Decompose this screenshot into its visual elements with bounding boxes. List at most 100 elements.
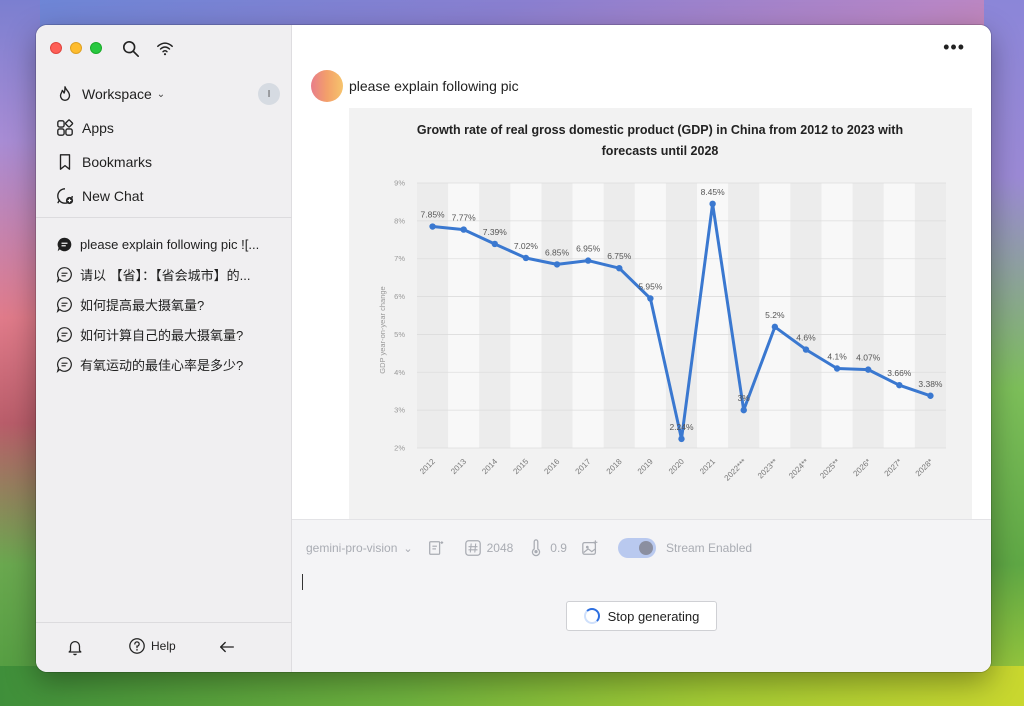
image-icon	[582, 540, 598, 555]
stream-toggle-group: Stream Enabled	[617, 538, 752, 558]
chart-x-tick-label: 2028*	[914, 457, 935, 478]
chart-data-point	[491, 240, 498, 248]
chart-y-tick-label: 4%	[394, 368, 405, 377]
bell-icon[interactable]	[66, 638, 84, 656]
stream-toggle[interactable]	[617, 538, 656, 558]
chart-data-point	[429, 223, 436, 230]
max-tokens-value: 2048	[486, 541, 514, 555]
chart-column-band	[665, 183, 698, 448]
user-message-text: please explain following pic	[349, 78, 519, 94]
stop-button-label: Stop generating	[607, 608, 700, 624]
sidebar-item-label: Bookmarks	[82, 154, 153, 170]
chart-y-tick-label: 2%	[394, 444, 405, 453]
attached-chart-image: Growth rate of real gross domestic produ…	[349, 108, 972, 520]
chat-bubble-filled-icon	[57, 237, 72, 251]
chart-data-label: 6.75%	[607, 251, 632, 261]
message-input[interactable]	[302, 574, 303, 590]
chart-data-label: 8.45%	[701, 187, 726, 197]
chevron-down-icon: ⌄	[156, 88, 166, 100]
chart-data-label: 2.24%	[669, 422, 694, 432]
sidebar-item-label: New Chat	[82, 188, 144, 204]
chart-data-point	[927, 392, 934, 399]
chart-data-point	[678, 435, 685, 443]
chevron-down-icon: ⌄	[403, 542, 413, 555]
chart-data-label: 3%	[738, 393, 751, 403]
chart-column-band	[852, 183, 884, 448]
chart-data-label: 4.6%	[796, 333, 816, 343]
chart-data-point	[709, 200, 716, 208]
gdp-line-chart: Growth rate of real gross domestic produ…	[378, 123, 946, 483]
image-upload-button[interactable]	[581, 539, 604, 557]
chart-data-label: 6.85%	[545, 247, 570, 257]
chart-data-point	[865, 366, 872, 373]
collapse-sidebar-icon[interactable]	[218, 638, 236, 656]
more-options-icon[interactable]: •••	[943, 37, 965, 58]
chat-title: please explain following pic ![...	[80, 236, 260, 252]
chart-data-point	[616, 264, 623, 272]
chart-column-band	[417, 183, 449, 448]
loading-spinner-icon	[583, 608, 600, 624]
chart-data-point	[896, 381, 903, 389]
chart-data-point	[802, 346, 810, 353]
hash-icon	[464, 540, 481, 556]
chart-x-tick-label: 2012	[418, 457, 437, 476]
chat-history-item[interactable]: 有氧运动的最佳心率是多少?	[36, 349, 292, 379]
prompt-template-button[interactable]	[427, 539, 450, 557]
chart-x-tick-label: 2015	[511, 457, 530, 476]
chart-data-point	[460, 226, 467, 233]
composer-area: gemini-pro-vision ⌄ 2048 0.9 Stream Enab…	[292, 519, 991, 672]
chat-history-item[interactable]: 请以 【省】：【省会城市】的...	[36, 259, 292, 289]
chart-y-tick-label: 6%	[394, 292, 405, 301]
chart-y-tick-label: 7%	[394, 254, 405, 263]
workspace-label: Workspace	[82, 86, 152, 102]
chart-data-label: 4.07%	[856, 353, 881, 363]
document-edit-icon	[428, 541, 443, 555]
chat-title: 如何计算自己的最大摄氧量?	[80, 327, 244, 343]
chart-x-tick-label: 2017	[574, 457, 593, 476]
model-selector[interactable]: gemini-pro-vision ⌄	[306, 541, 413, 555]
chart-x-tick-label: 2014	[480, 457, 499, 476]
chart-x-tick-label: 2024**	[787, 457, 810, 480]
chart-x-tick-label: 2025**	[818, 457, 841, 480]
avatar[interactable]: I	[258, 83, 280, 105]
chat-history-item[interactable]: 如何计算自己的最大摄氧量?	[36, 319, 292, 349]
chart-x-tick-label: 2022***	[723, 457, 749, 483]
chat-bubble-icon	[56, 326, 72, 343]
sidebar-item-bookmarks[interactable]: Bookmarks	[36, 145, 292, 179]
apps-icon	[57, 119, 74, 136]
chart-column-band	[697, 183, 729, 448]
sidebar: Workspace ⌄ I Apps Bookmarks New Chat pl…	[36, 25, 292, 672]
minimize-window-button[interactable]	[70, 42, 82, 54]
sidebar-divider	[36, 217, 292, 218]
chat-title: 有氧运动的最佳心率是多少?	[80, 357, 244, 373]
workspace-selector[interactable]: Workspace ⌄ I	[36, 77, 292, 111]
chart-x-tick-label: 2021	[698, 457, 717, 476]
chat-history-item[interactable]: please explain following pic ![...	[36, 229, 292, 259]
wifi-icon[interactable]	[156, 40, 174, 58]
sidebar-item-new-chat[interactable]: New Chat	[36, 179, 292, 213]
help-icon	[129, 638, 145, 654]
sidebar-nav: Workspace ⌄ I Apps Bookmarks New Chat	[36, 77, 292, 213]
chat-bubble-icon	[56, 296, 72, 313]
chat-history-item[interactable]: 如何提高最大摄氧量?	[36, 289, 292, 319]
chart-column-band	[790, 183, 822, 448]
chat-title: 如何提高最大摄氧量?	[80, 297, 205, 313]
help-button[interactable]: Help	[128, 637, 176, 655]
chart-data-label: 7.85%	[421, 210, 446, 220]
bookmark-icon	[59, 154, 71, 170]
max-tokens-setting[interactable]: 2048	[464, 539, 514, 557]
stop-generating-button[interactable]: Stop generating	[566, 601, 717, 631]
chart-y-tick-label: 8%	[394, 216, 405, 225]
chat-history-list: please explain following pic ![... 请以 【省…	[36, 229, 292, 379]
zoom-window-button[interactable]	[90, 42, 102, 54]
chart-data-label: 7.02%	[514, 241, 539, 251]
temperature-setting[interactable]: 0.9	[527, 539, 567, 557]
chart-x-tick-label: 2026*	[851, 457, 872, 478]
chart-column-band	[603, 183, 635, 448]
chart-data-label: 7.77%	[452, 213, 477, 223]
chart-column-band	[510, 183, 542, 448]
chart-data-point	[522, 254, 530, 262]
search-icon[interactable]	[122, 40, 140, 58]
sidebar-item-apps[interactable]: Apps	[36, 111, 292, 145]
close-window-button[interactable]	[50, 42, 62, 54]
